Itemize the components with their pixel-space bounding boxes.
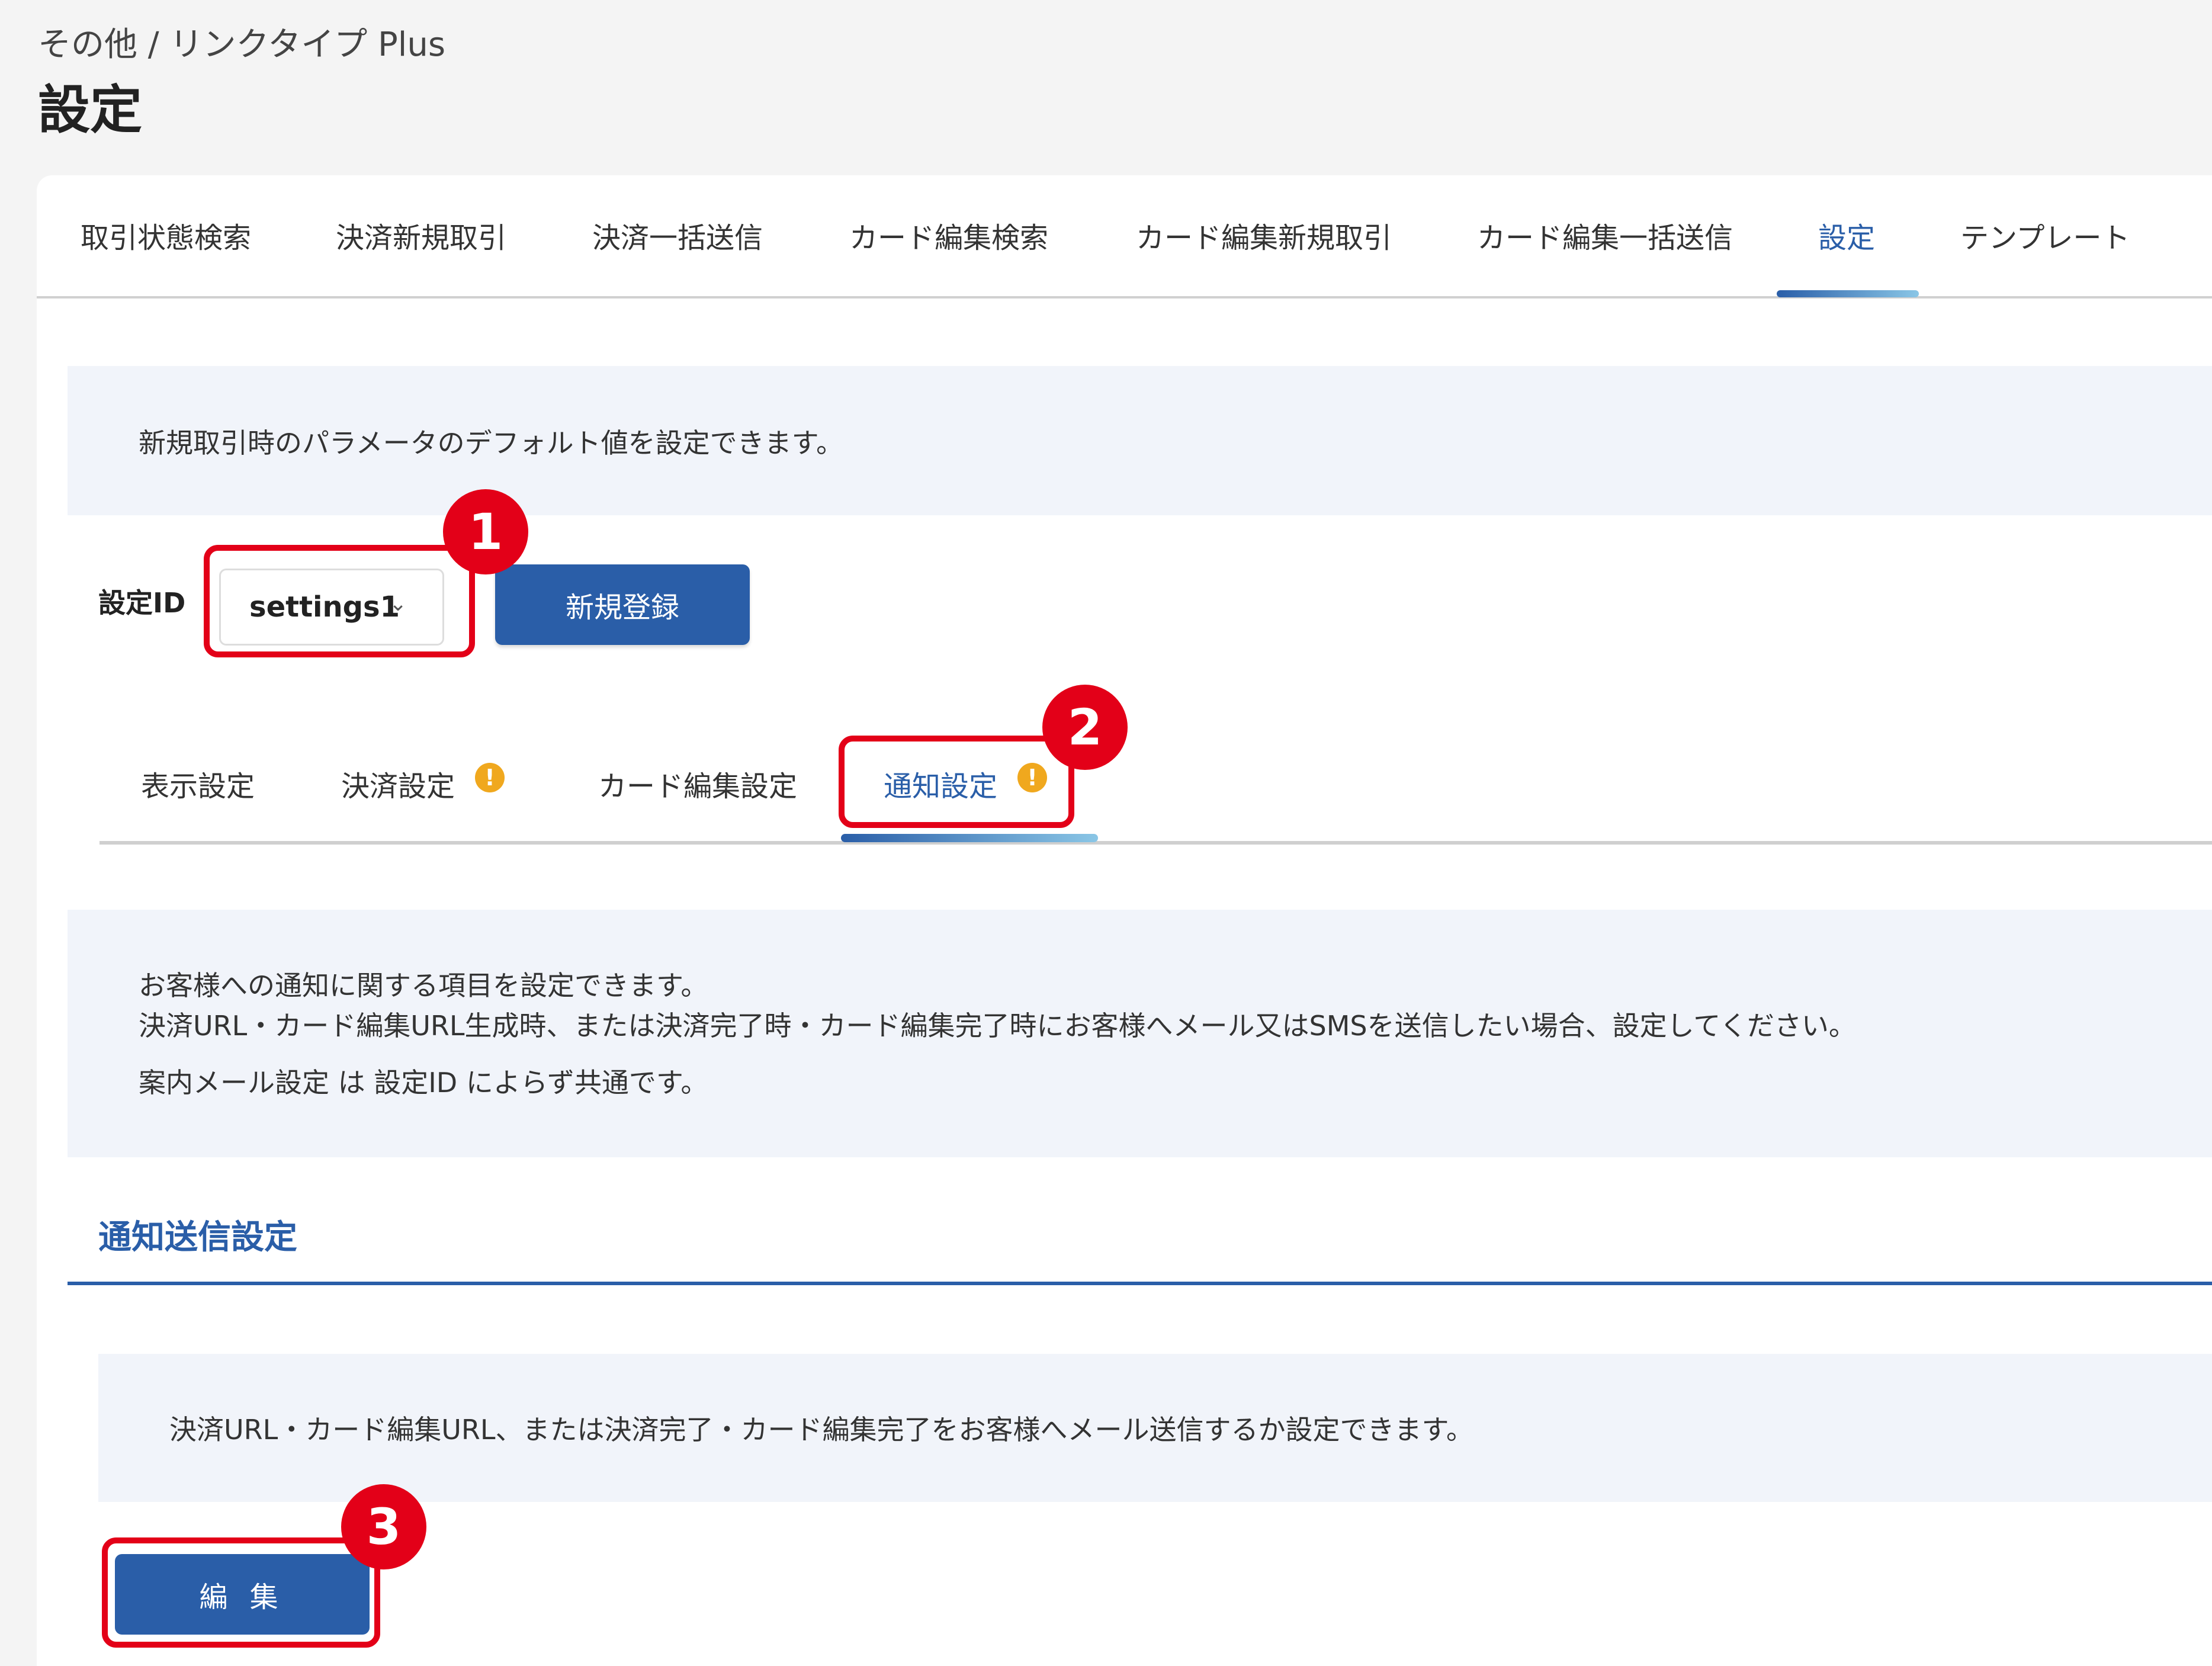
- warning-icon: !: [475, 763, 505, 792]
- tab-payment-new[interactable]: 決済新規取引: [336, 214, 506, 256]
- callout-badge-1: 1: [443, 489, 528, 574]
- subtab-card-edit-settings[interactable]: カード編集設定: [598, 763, 797, 804]
- subtab-payment-settings[interactable]: 決済設定 !: [341, 763, 505, 804]
- settings-id-label: 設定ID: [98, 587, 186, 619]
- tab-settings[interactable]: 設定: [1818, 214, 1875, 256]
- tab-template[interactable]: テンプレート: [1960, 214, 2130, 256]
- callout-badge-3: 3: [341, 1484, 426, 1569]
- new-register-button[interactable]: 新規登録: [495, 564, 750, 645]
- subtab-display-settings[interactable]: 表示設定: [141, 763, 255, 804]
- sub-tab-bar: 表示設定 決済設定 ! カード編集設定 通知設定 !: [99, 747, 2212, 845]
- callout-badge-2: 2: [1042, 685, 1128, 770]
- notification-info-line: お客様への通知に関する項目を設定できます。: [139, 970, 708, 1001]
- callout-box-3: [102, 1537, 380, 1648]
- breadcrumb: その他 / リンクタイプ Plus: [38, 25, 446, 64]
- tab-card-edit-new[interactable]: カード編集新規取引: [1136, 214, 1392, 256]
- callout-box-2: [839, 736, 1074, 828]
- subtab-label: 決済設定: [341, 770, 455, 803]
- notification-info-line: 案内メール設定 は 設定ID によらず共通です。: [139, 1067, 708, 1099]
- page-title: 設定: [38, 79, 143, 140]
- notification-info-line: 決済URL・カード編集URL生成時、または決済完了時・カード編集完了時にお客様へ…: [139, 1010, 1856, 1042]
- info-box-default: 新規取引時のパラメータのデフォルト値を設定できます。: [68, 366, 2212, 515]
- active-tab-indicator: [1777, 290, 1919, 297]
- info-box-send-settings: 決済URL・カード編集URL、または決済完了・カード編集完了をお客様へメール送信…: [98, 1354, 2212, 1502]
- active-subtab-indicator: [841, 834, 1098, 842]
- section-title: 通知送信設定: [98, 1218, 297, 1257]
- tab-card-edit-search[interactable]: カード編集検索: [849, 214, 1048, 256]
- tab-payment-bulk[interactable]: 決済一括送信: [592, 214, 763, 256]
- top-tab-bar: 取引状態検索 決済新規取引 決済一括送信 カード編集検索 カード編集新規取引 カ…: [37, 175, 2212, 298]
- tab-card-edit-bulk[interactable]: カード編集一括送信: [1477, 214, 1733, 256]
- callout-box-1: [204, 545, 475, 657]
- section-divider: [68, 1282, 2212, 1285]
- info-box-notification: お客様への通知に関する項目を設定できます。 決済URL・カード編集URL生成時、…: [68, 910, 2212, 1157]
- send-settings-description: 決済URL・カード編集URL、または決済完了・カード編集完了をお客様へメール送信…: [169, 1414, 1473, 1446]
- tab-transaction-search[interactable]: 取引状態検索: [81, 214, 251, 256]
- info-default-text: 新規取引時のパラメータのデフォルト値を設定できます。: [139, 427, 844, 459]
